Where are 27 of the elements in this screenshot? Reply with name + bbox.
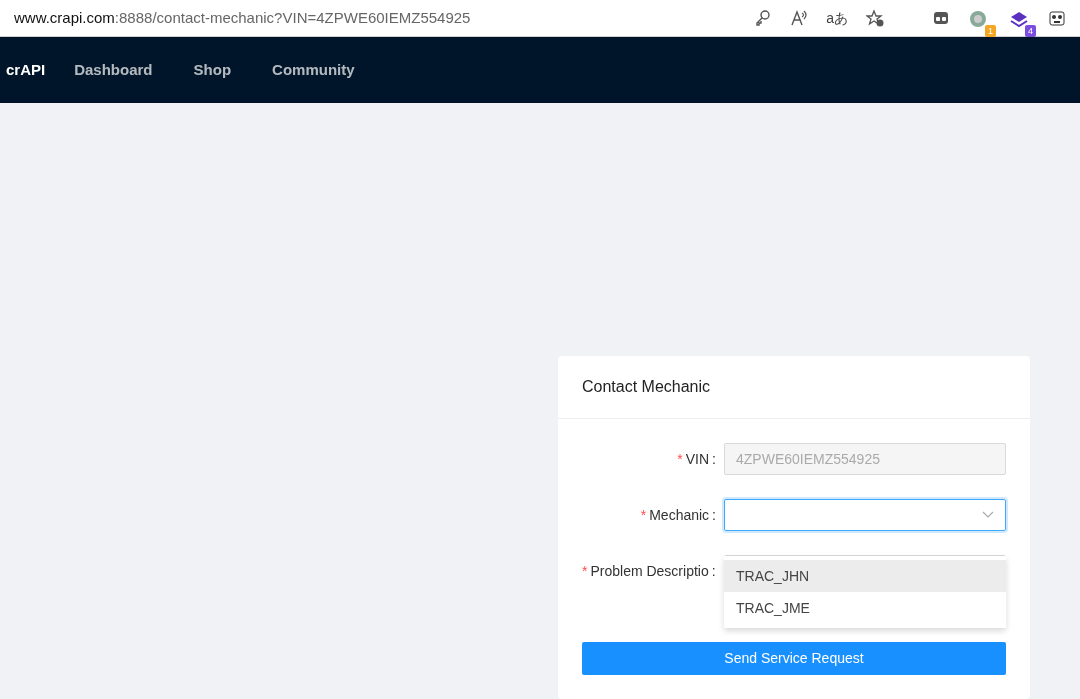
collections-icon[interactable] [932,9,950,27]
label-colon: : [712,506,716,525]
field-label: Mechanic [649,506,710,525]
required-mark: * [640,506,647,525]
chevron-down-icon [982,511,994,519]
translate-icon[interactable]: aあ [826,7,848,29]
dropdown-option[interactable]: TRAC_JME [724,592,1006,624]
vin-field: 4ZPWE60IEMZ554925 [724,443,1006,475]
card-title: Contact Mechanic [558,356,1030,419]
nav-link[interactable]: Dashboard [74,58,153,82]
field-label: Problem Descriptio [590,562,709,581]
extension-badge: 1 [985,25,996,37]
key-icon[interactable] [754,9,773,27]
field-label: VIN [685,450,710,469]
nav-link[interactable]: Shop [193,58,232,82]
label-colon: : [712,450,716,469]
label-colon: : [711,562,716,581]
required-mark: * [582,562,588,581]
address-bar[interactable]: www.crapi.com:8888/contact-mechanic?VIN=4ZPWE60IEMZ554925 [6,3,755,33]
extension-badge: 4 [1025,25,1036,37]
read-aloud-icon[interactable] [790,9,809,27]
required-mark: * [677,450,683,469]
nav-link[interactable]: Community [272,58,355,82]
brand-logo[interactable]: crAPI [6,58,46,82]
url-text: www.crapi.com:8888/contact-mechanic?VIN=4ZPWE60IEMZ554925 [14,7,471,28]
favorite-star-icon[interactable] [866,9,884,27]
dropdown-option[interactable]: TRAC_JHN [724,560,1006,592]
